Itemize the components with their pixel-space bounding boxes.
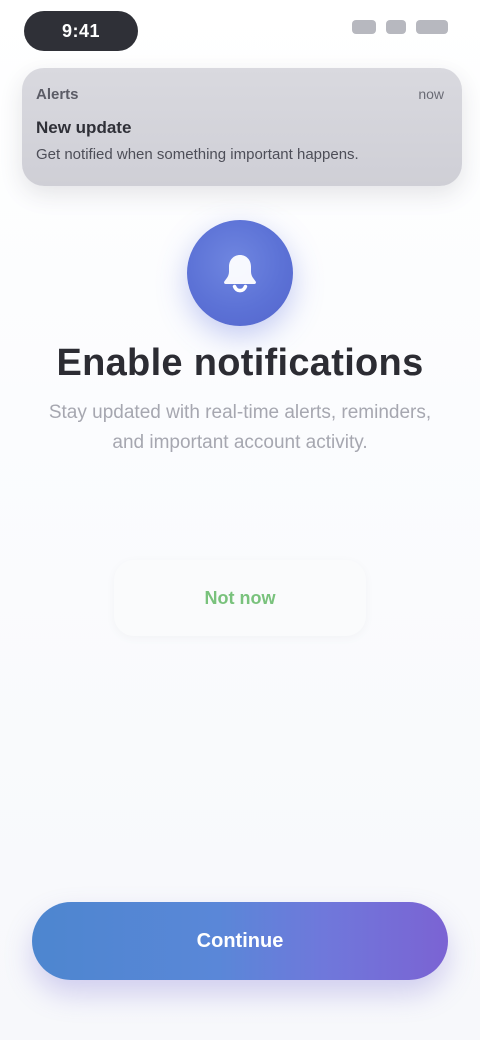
wifi-icon	[386, 20, 406, 34]
signal-icon	[352, 20, 376, 34]
preview-body: Get notified when something important ha…	[36, 146, 359, 163]
notifications-permission-screen: 9:41 Alerts now New update Get notified …	[0, 0, 480, 1040]
not-now-button[interactable]: Not now	[205, 588, 276, 609]
page-title: Enable notifications	[56, 342, 424, 384]
preview-title: New update	[36, 118, 132, 137]
battery-icon	[416, 20, 448, 34]
continue-button[interactable]: Continue	[32, 902, 448, 980]
bell-icon-circle	[187, 220, 293, 326]
notification-preview-card: Alerts now New update Get notified when …	[22, 68, 462, 186]
status-bar: 9:41	[0, 0, 480, 64]
status-time: 9:41	[24, 11, 138, 51]
preview-time: now	[418, 86, 444, 102]
status-icons	[352, 20, 448, 34]
bell-icon	[224, 255, 256, 293]
secondary-action-container[interactable]: Not now	[114, 560, 366, 636]
page-description: Stay updated with real-time alerts, remi…	[48, 402, 432, 453]
preview-app-name: Alerts	[36, 86, 79, 103]
